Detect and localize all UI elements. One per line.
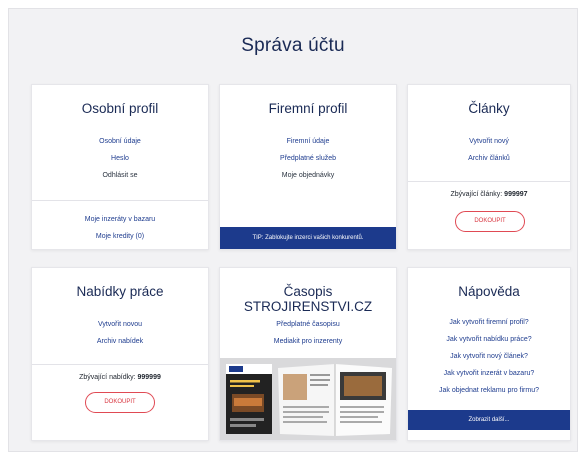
link-article-archive[interactable]: Archiv článků <box>408 150 570 167</box>
help-link-bazaar-ad[interactable]: Jak vytvořit inzerát v bazaru? <box>408 365 570 382</box>
link-job-offer-archive[interactable]: Archiv nabídek <box>32 333 208 350</box>
personal-links: Osobní údaje Heslo Odhlásit se <box>32 133 208 184</box>
link-logout[interactable]: Odhlásit se <box>32 167 208 184</box>
magazine-links: Předplatné časopisu Mediakit pro inzeren… <box>220 316 396 350</box>
tip-bar[interactable]: TIP: Zablokujte inzerci vašich konkurent… <box>220 227 396 249</box>
card-articles: Články Vytvořit nový Archiv článků Zbýva… <box>407 84 571 250</box>
card-job-offers: Nabídky práce Vytvořit novou Archiv nabí… <box>31 267 209 441</box>
link-magazine-subscription[interactable]: Předplatné časopisu <box>220 316 396 333</box>
link-service-subscription[interactable]: Předplatné služeb <box>220 150 396 167</box>
show-more-button[interactable]: Zobrazit další... <box>408 410 570 430</box>
link-personal-details[interactable]: Osobní údaje <box>32 133 208 150</box>
link-my-orders[interactable]: Moje objednávky <box>220 167 396 184</box>
link-my-bazaar-ads[interactable]: Moje inzeráty v bazaru <box>32 211 208 228</box>
link-create-article[interactable]: Vytvořit nový <box>408 133 570 150</box>
divider <box>32 364 208 365</box>
remaining-job-offers: Zbývající nabídky: 999999 <box>32 374 208 381</box>
card-personal-profile: Osobní profil Osobní údaje Heslo Odhlási… <box>31 84 209 250</box>
link-company-details[interactable]: Firemní údaje <box>220 133 396 150</box>
card-title: Firemní profil <box>268 101 348 116</box>
help-link-job-offer[interactable]: Jak vytvořit nabídku práce? <box>408 331 570 348</box>
remaining-job-offers-value: 999999 <box>137 374 161 381</box>
account-panel: Správa účtu Osobní profil Osobní údaje H… <box>8 8 578 452</box>
buy-articles-button[interactable]: DOKOUPIT <box>455 211 525 232</box>
card-title: Nabídky práce <box>76 284 164 299</box>
remaining-articles-label: Zbývající články: <box>450 191 503 198</box>
jobs-links: Vytvořit novou Archiv nabídek <box>32 316 208 350</box>
card-title: Nápověda <box>458 284 520 299</box>
link-my-credits[interactable]: Moje kredity (0) <box>32 228 208 245</box>
card-title: Články <box>468 101 510 116</box>
help-link-new-article[interactable]: Jak vytvořit nový článek? <box>408 348 570 365</box>
card-title: Časopis STROJIRENSTVI.CZ <box>243 284 373 314</box>
divider <box>408 181 570 182</box>
remaining-articles: Zbývající články: 999997 <box>408 191 570 198</box>
remaining-job-offers-label: Zbývající nabídky: <box>79 374 136 381</box>
help-links: Jak vytvořit firemní profil? Jak vytvoři… <box>408 314 570 399</box>
magazine-illustration <box>220 358 396 440</box>
help-link-order-ad[interactable]: Jak objednat reklamu pro firmu? <box>408 382 570 399</box>
link-create-job-offer[interactable]: Vytvořit novou <box>32 316 208 333</box>
help-link-company-profile[interactable]: Jak vytvořit firemní profil? <box>408 314 570 331</box>
buy-job-offers-button[interactable]: DOKOUPIT <box>85 392 155 413</box>
card-help: Nápověda Jak vytvořit firemní profil? Ja… <box>407 267 571 441</box>
link-password[interactable]: Heslo <box>32 150 208 167</box>
card-company-profile: Firemní profil Firemní údaje Předplatné … <box>219 84 397 250</box>
magazine-cover-image <box>220 358 396 440</box>
link-media-kit[interactable]: Mediakit pro inzerenty <box>220 333 396 350</box>
personal-bottom-links: Moje inzeráty v bazaru Moje kredity (0) <box>32 211 208 245</box>
remaining-articles-value: 999997 <box>504 191 528 198</box>
divider <box>32 200 208 201</box>
card-title: Osobní profil <box>81 101 159 116</box>
articles-links: Vytvořit nový Archiv článků <box>408 133 570 167</box>
card-magazine: Časopis STROJIRENSTVI.CZ Předplatné časo… <box>219 267 397 441</box>
page-title: Správa účtu <box>241 35 345 56</box>
company-links: Firemní údaje Předplatné služeb Moje obj… <box>220 133 396 184</box>
